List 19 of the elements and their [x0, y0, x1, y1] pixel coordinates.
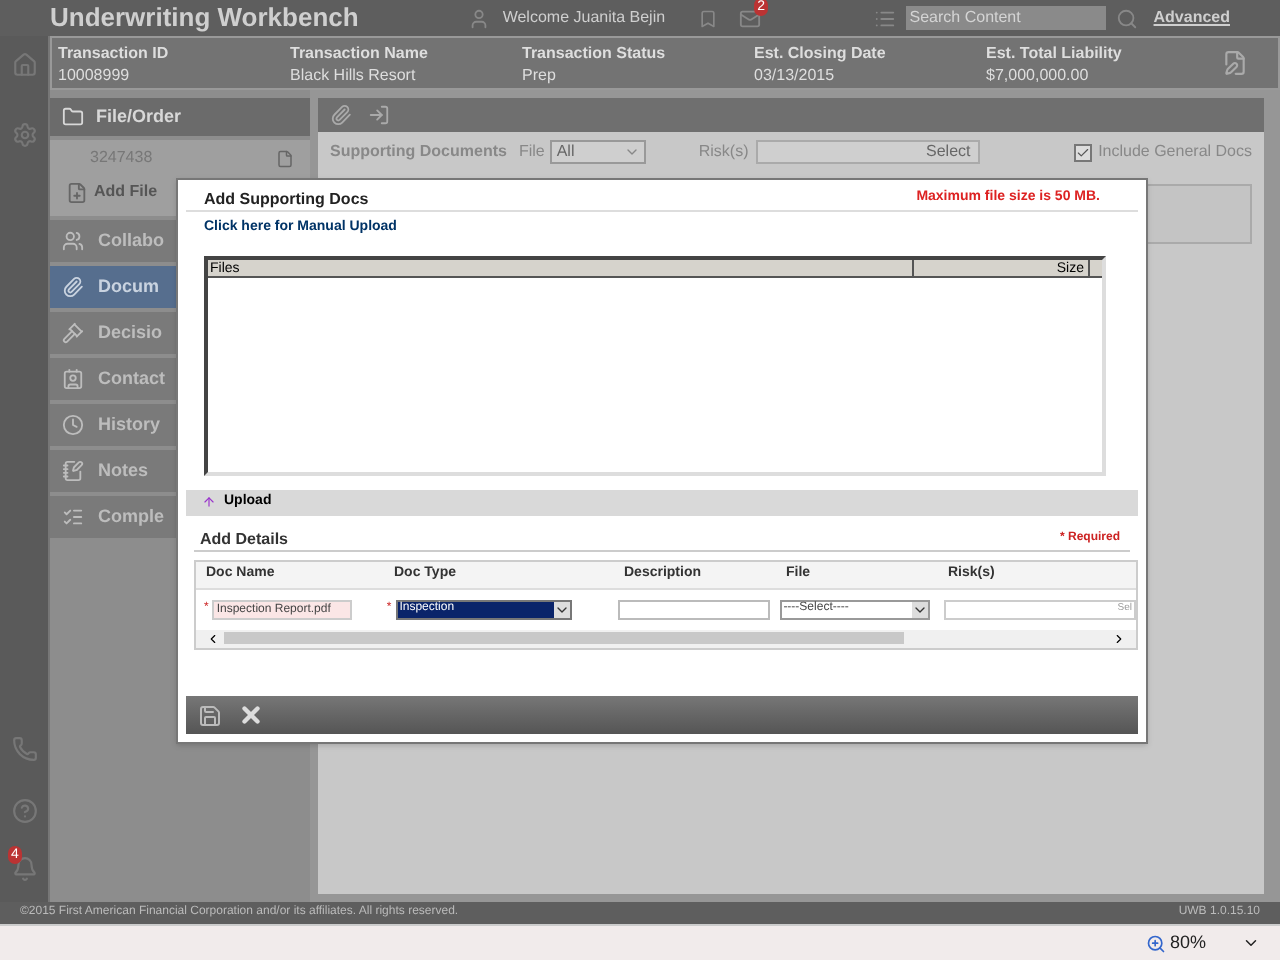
transaction-label: Transaction Status: [522, 41, 668, 63]
section-title: Add Details: [200, 527, 289, 551]
file-order-title: File/Order: [96, 103, 182, 130]
transaction-value: Black Hills Resort: [290, 63, 418, 85]
transaction-value: $7,000,000.00: [986, 63, 1091, 85]
dialog-title: Add Supporting Docs: [204, 187, 369, 211]
risk-filter-label: Risk(s): [698, 140, 749, 164]
file-filter-label: File: [518, 140, 545, 164]
transaction-label: Transaction Name: [290, 41, 430, 63]
transaction-value: 03/13/2015: [754, 63, 837, 85]
transaction-label: Est. Total Liability: [986, 41, 1124, 63]
transaction-label: Est. Closing Date: [754, 41, 888, 63]
section-title: Supporting Documents: [330, 140, 507, 164]
transaction-label: Transaction ID: [58, 41, 171, 63]
transaction-value: Prep: [522, 63, 558, 85]
app-title: Underwriting Workbench: [50, 0, 359, 37]
welcome-text: Welcome Juanita Bejin: [502, 6, 666, 30]
transaction-value: 10008999: [58, 63, 132, 85]
include-general-label: Include General Docs: [1098, 140, 1252, 164]
